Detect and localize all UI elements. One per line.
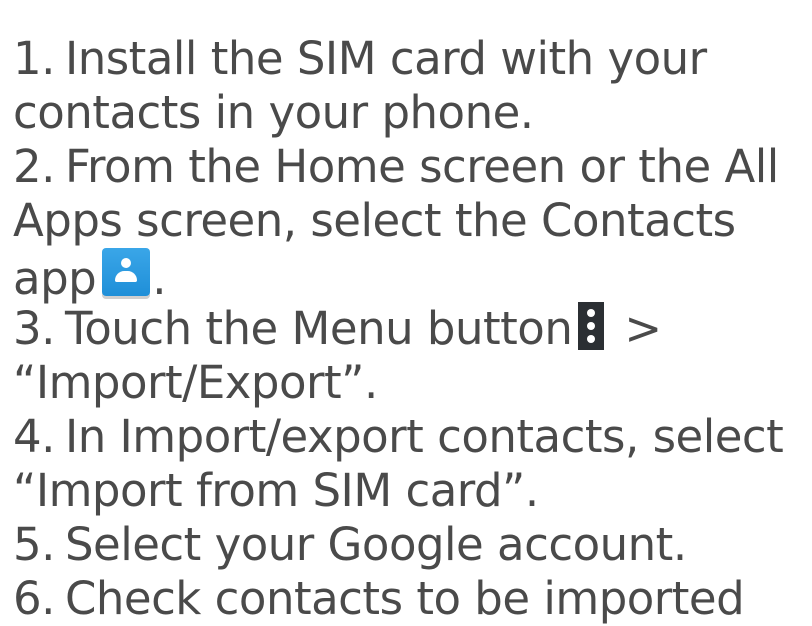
step-text: contacts in your phone. [13,86,534,139]
menu-dot-icon [587,309,596,317]
instructions-document: 1. Install the SIM card with your contact… [13,0,812,626]
step-1-line-1: 1. Install the SIM card with your [13,32,812,86]
step-text: From the Home screen or the All [64,140,779,193]
heading-fragment [13,0,812,32]
step-2-line-1: 2. From the Home screen or the All [13,140,812,194]
step-text: In Import/export contacts, select [64,410,784,463]
step-4-line-1: 4. In Import/export contacts, select [13,410,812,464]
step-number: 3. [13,302,55,355]
step-text: “Import/Export”. [13,356,378,409]
step-text: Install the SIM card with your [64,32,707,85]
step-2-line-2: Apps screen, select the Contacts [13,194,812,248]
menu-dot-icon [587,335,596,343]
step-number: 1. [13,32,55,85]
contacts-app-icon [102,248,151,296]
step-trailing-punctuation: . [152,252,167,305]
step-number: 6. [13,572,55,625]
step-4-line-2: “Import from SIM card”. [13,464,812,518]
step-text: Select your Google account. [64,518,687,571]
person-head-shape [121,258,132,268]
step-3-line-1: 3. Touch the Menu button > [13,302,812,356]
step-text: Touch the Menu button [64,302,573,355]
step-1-line-2: contacts in your phone. [13,86,812,140]
step-number: 2. [13,140,55,193]
step-3-line-2: “Import/Export”. [13,356,812,410]
step-text: Apps screen, select the Contacts [13,194,736,247]
menu-dot-icon [587,322,596,330]
step-text: “Import from SIM card”. [13,464,539,517]
step-2-line-3: app. [13,248,812,305]
step-5-line-1: 5. Select your Google account. [13,518,812,572]
step-6-line-1: 6. Check contacts to be imported [13,572,812,626]
menu-button-icon [578,302,605,350]
step-number: 4. [13,410,55,463]
step-number: 5. [13,518,55,571]
step-separator: > [624,302,662,355]
step-text: app [13,252,97,305]
step-text: Check contacts to be imported [64,572,745,625]
person-body-shape [115,271,138,282]
